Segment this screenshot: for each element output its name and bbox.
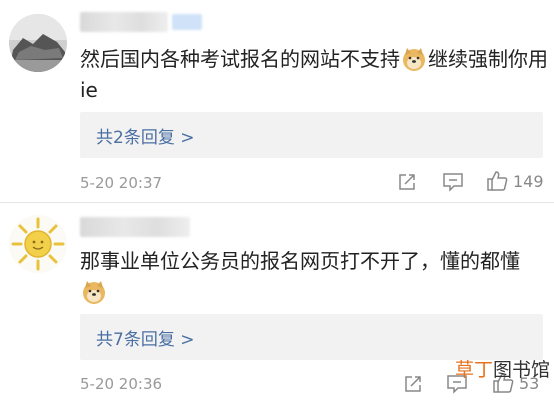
- share-icon: [399, 174, 415, 190]
- timestamp: 5-20 20:36: [80, 375, 163, 393]
- comment-text: 然后国内各种考试报名的网站不支持 继续强制你用ie: [80, 46, 548, 102]
- view-replies-link[interactable]: 共7条回复 >: [96, 325, 194, 350]
- doge-emoji-icon: [401, 46, 427, 72]
- like-count: 149: [513, 171, 544, 191]
- comment-text: 那事业单位公务员的报名网页打不开了，懂的都懂: [80, 246, 548, 308]
- watermark: 草丁图书馆: [454, 359, 550, 381]
- avatar[interactable]: [9, 14, 67, 72]
- avatar[interactable]: [9, 215, 67, 273]
- divider: [0, 202, 554, 203]
- comment-button[interactable]: [442, 172, 464, 192]
- share-button[interactable]: [397, 172, 417, 192]
- share-button[interactable]: [403, 374, 423, 394]
- like-button[interactable]: 149: [486, 170, 544, 192]
- timestamp: 5-20 20:37: [80, 174, 163, 192]
- replies-box[interactable]: 共2条回复 >: [80, 112, 543, 158]
- replies-box[interactable]: 共7条回复 >: [80, 314, 543, 360]
- username-blurred[interactable]: [80, 12, 202, 32]
- thumbs-up-icon: [487, 171, 508, 191]
- username-blurred[interactable]: [80, 217, 190, 237]
- share-icon: [405, 376, 421, 392]
- doge-emoji-icon: [81, 279, 107, 305]
- view-replies-link[interactable]: 共2条回复 >: [96, 123, 194, 148]
- comment-icon: [443, 173, 463, 192]
